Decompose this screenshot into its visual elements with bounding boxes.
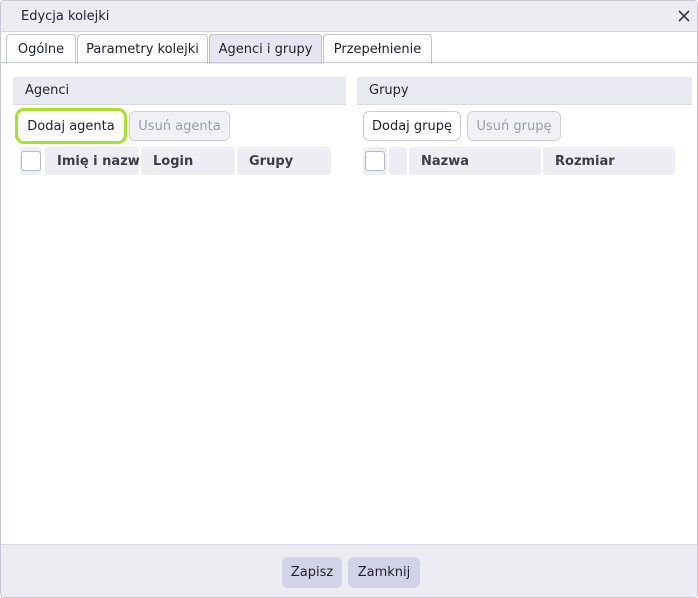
groups-column-size[interactable]: Rozmiar (543, 147, 675, 175)
groups-column-name[interactable]: Nazwa (409, 147, 541, 175)
add-group-button[interactable]: Dodaj grupę (363, 111, 461, 141)
tab-agents-groups[interactable]: Agenci i grupy (209, 34, 322, 64)
agents-panel-header: Agenci (13, 77, 346, 105)
tab-general[interactable]: Ogólne (6, 34, 76, 64)
tab-queue-parameters[interactable]: Parametry kolejki (77, 34, 208, 64)
groups-select-all-checkbox[interactable] (365, 151, 385, 171)
save-button[interactable]: Zapisz (282, 557, 342, 588)
close-button[interactable]: Zamknij (348, 557, 420, 588)
dialog-titlebar: Edycja kolejki (1, 1, 697, 32)
queue-edit-dialog: Edycja kolejki Ogólne Parametry kolejki … (0, 0, 698, 598)
groups-panel-title: Grupy (369, 83, 409, 98)
groups-expand-column (389, 147, 407, 175)
agents-column-groups[interactable]: Grupy (237, 147, 331, 175)
tab-bar: Ogólne Parametry kolejki Agenci i grupy … (1, 32, 697, 64)
agents-panel-title: Agenci (25, 83, 70, 98)
add-agent-button[interactable]: Dodaj agenta (15, 108, 127, 144)
groups-select-all-header (363, 147, 387, 175)
agents-select-all-header (20, 147, 41, 175)
remove-agent-button[interactable]: Usuń agenta (129, 111, 230, 141)
tab-overflow[interactable]: Przepełnienie (323, 34, 432, 64)
groups-panel-header: Grupy (357, 77, 692, 105)
agents-select-all-checkbox[interactable] (20, 151, 41, 171)
remove-group-button[interactable]: Usuń grupę (467, 111, 561, 141)
agents-column-name[interactable]: Imię i nazwisko (45, 147, 139, 175)
close-icon[interactable] (675, 7, 693, 25)
dialog-title: Edycja kolejki (21, 9, 110, 24)
tab-divider (1, 62, 697, 63)
agents-column-login[interactable]: Login (141, 147, 235, 175)
